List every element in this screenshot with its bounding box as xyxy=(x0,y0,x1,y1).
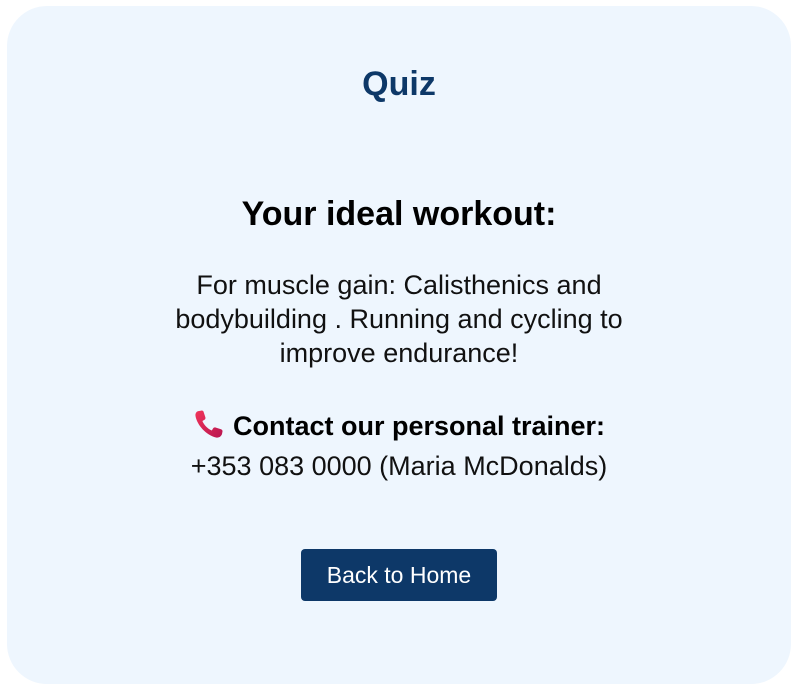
back-to-home-button[interactable]: Back to Home xyxy=(301,549,497,601)
result-description: For muscle gain: Calisthenics and bodybu… xyxy=(175,270,623,368)
telephone-receiver-icon xyxy=(193,408,225,449)
contact-phone: +353 083 0000 (Maria McDonalds) xyxy=(190,451,608,481)
page-title: Quiz xyxy=(362,65,436,103)
contact-label: Contact our personal trainer: xyxy=(232,411,606,441)
contact-section: Contact our personal trainer: +353 083 0… xyxy=(7,408,791,484)
result-heading: Your ideal workout: xyxy=(241,195,557,233)
contact-label-line: Contact our personal trainer: xyxy=(7,408,791,449)
quiz-result-card: Quiz Your ideal workout: For muscle gain… xyxy=(7,6,791,684)
